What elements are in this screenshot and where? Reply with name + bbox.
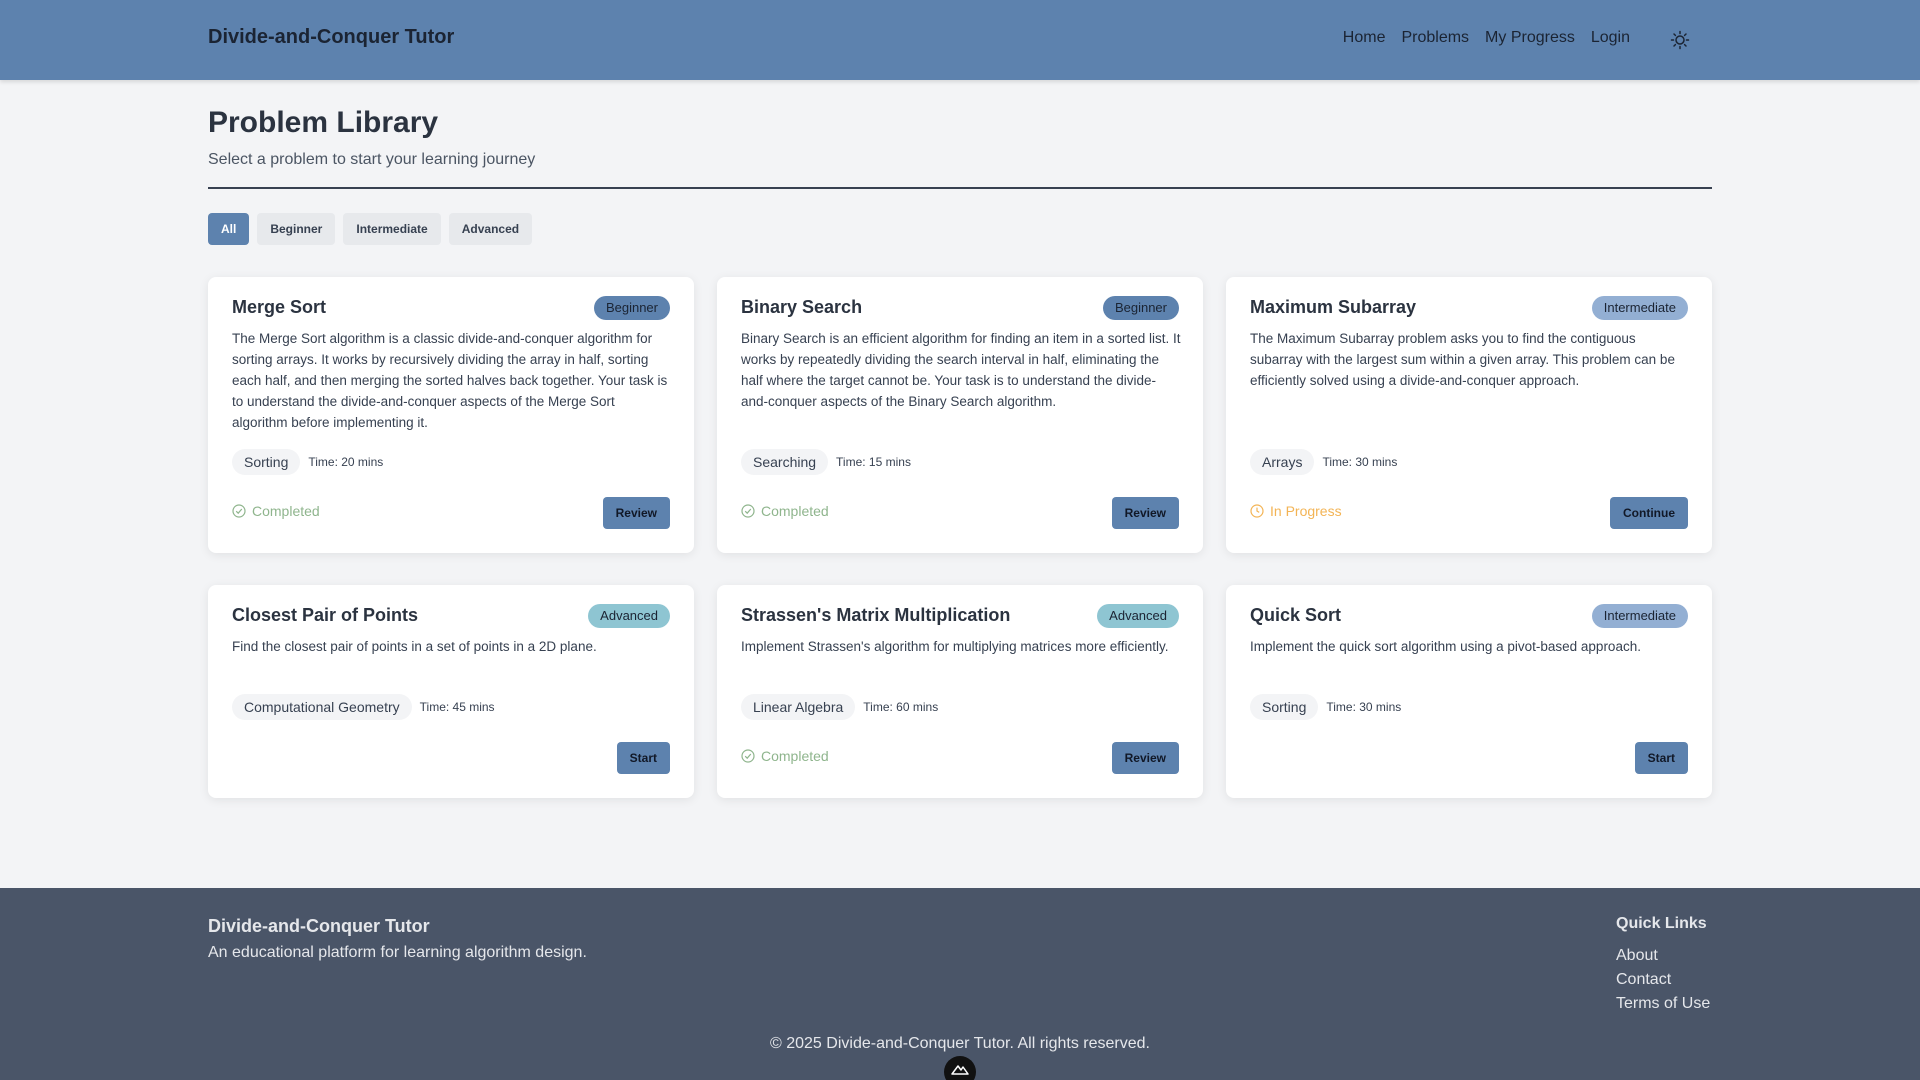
topic-tag: Sorting xyxy=(232,449,301,475)
problem-title: Strassen's Matrix Multiplication xyxy=(741,605,1011,625)
status-indicator: Completed xyxy=(232,503,320,519)
nav-login[interactable]: Login xyxy=(1591,29,1630,47)
clock-icon xyxy=(1250,504,1264,518)
status-indicator: In Progress xyxy=(1250,503,1342,519)
topic-tag: Linear Algebra xyxy=(741,694,856,720)
theme-toggle-button[interactable] xyxy=(1670,30,1690,50)
footer-tagline: An educational platform for learning alg… xyxy=(208,944,587,961)
problem-meta: Linear Algebra Time: 60 mins xyxy=(741,694,938,720)
time-estimate: Time: 20 mins xyxy=(308,455,384,469)
quick-links-list: About Contact Terms of Use xyxy=(1616,946,1710,1014)
problem-description: Binary Search is an efficient algorithm … xyxy=(741,331,1181,409)
footer-link-terms[interactable]: Terms of Use xyxy=(1616,994,1710,1014)
problem-description: Implement Strassen's algorithm for multi… xyxy=(741,639,1169,654)
site-footer: Divide-and-Conquer Tutor An educational … xyxy=(0,888,1920,1080)
filter-intermediate-button[interactable]: Intermediate xyxy=(343,213,441,245)
mountain-logo-icon xyxy=(951,1065,969,1075)
nav-my-progress[interactable]: My Progress xyxy=(1485,29,1575,47)
top-navbar: Divide-and-Conquer Tutor Home Problems M… xyxy=(0,0,1920,80)
problem-description: Find the closest pair of points in a set… xyxy=(232,639,597,654)
time-estimate: Time: 45 mins xyxy=(419,700,495,714)
check-circle-icon xyxy=(741,504,755,518)
check-circle-icon xyxy=(232,504,246,518)
difficulty-badge: Intermediate xyxy=(1591,604,1688,628)
difficulty-badge: Beginner xyxy=(593,296,670,320)
status-label: In Progress xyxy=(1270,503,1342,519)
dev-tools-badge[interactable] xyxy=(944,1056,976,1080)
status-label: Completed xyxy=(761,503,829,519)
problem-card: Binary Search Beginner Binary Search is … xyxy=(717,277,1203,553)
review-button[interactable]: Review xyxy=(1111,497,1179,529)
filter-all-button[interactable]: All xyxy=(208,213,250,245)
topic-tag: Sorting xyxy=(1250,694,1319,720)
status-indicator: Completed xyxy=(741,748,829,764)
difficulty-badge: Advanced xyxy=(588,604,670,628)
problem-card: Merge Sort Beginner The Merge Sort algor… xyxy=(208,277,694,553)
problem-description: Implement the quick sort algorithm using… xyxy=(1250,639,1641,654)
sun-icon xyxy=(1670,30,1690,50)
continue-button[interactable]: Continue xyxy=(1610,497,1688,529)
nav-home[interactable]: Home xyxy=(1343,29,1386,47)
status-label: Completed xyxy=(761,748,829,764)
start-button[interactable]: Start xyxy=(1634,742,1688,774)
difficulty-badge: Intermediate xyxy=(1591,296,1688,320)
problem-title: Binary Search xyxy=(741,297,863,317)
difficulty-badge: Advanced xyxy=(1097,604,1179,628)
page-subtitle: Select a problem to start your learning … xyxy=(208,151,536,168)
difficulty-badge: Beginner xyxy=(1102,296,1179,320)
main-nav: Home Problems My Progress Login xyxy=(1343,29,1630,47)
problem-description: The Maximum Subarray problem asks you to… xyxy=(1250,331,1675,388)
section-divider xyxy=(208,187,1712,189)
check-circle-icon xyxy=(741,749,755,763)
problem-title: Closest Pair of Points xyxy=(232,605,419,625)
problem-meta: Computational Geometry Time: 45 mins xyxy=(232,694,495,720)
problem-card: Closest Pair of Points Advanced Find the… xyxy=(208,585,694,798)
review-button[interactable]: Review xyxy=(1111,742,1179,774)
filter-advanced-button[interactable]: Advanced xyxy=(448,213,533,245)
time-estimate: Time: 30 mins xyxy=(1326,700,1402,714)
nav-problems[interactable]: Problems xyxy=(1401,29,1469,47)
start-button[interactable]: Start xyxy=(616,742,670,774)
site-brand[interactable]: Divide-and-Conquer Tutor xyxy=(208,26,454,49)
copyright-text: © 2025 Divide-and-Conquer Tutor. All rig… xyxy=(770,1035,1150,1052)
problem-description: The Merge Sort algorithm is a classic di… xyxy=(232,331,668,430)
topic-tag: Arrays xyxy=(1250,449,1315,475)
problem-meta: Arrays Time: 30 mins xyxy=(1250,449,1397,475)
difficulty-filter-bar: All Beginner Intermediate Advanced xyxy=(208,213,533,245)
time-estimate: Time: 60 mins xyxy=(863,700,939,714)
problem-meta: Sorting Time: 20 mins xyxy=(232,449,383,475)
footer-link-contact[interactable]: Contact xyxy=(1616,970,1710,990)
quick-links-heading: Quick Links xyxy=(1616,915,1707,932)
time-estimate: Time: 30 mins xyxy=(1322,455,1398,469)
status-indicator: Completed xyxy=(741,503,829,519)
problem-card: Strassen's Matrix Multiplication Advance… xyxy=(717,585,1203,798)
problem-meta: Sorting Time: 30 mins xyxy=(1250,694,1401,720)
status-label: Completed xyxy=(252,503,320,519)
topic-tag: Computational Geometry xyxy=(232,694,412,720)
page-title: Problem Library xyxy=(208,106,439,139)
topic-tag: Searching xyxy=(741,449,829,475)
problem-title: Quick Sort xyxy=(1250,605,1342,625)
review-button[interactable]: Review xyxy=(602,497,670,529)
problem-meta: Searching Time: 15 mins xyxy=(741,449,911,475)
footer-brand: Divide-and-Conquer Tutor xyxy=(208,916,430,936)
problem-card: Quick Sort Intermediate Implement the qu… xyxy=(1226,585,1712,798)
problem-card: Maximum Subarray Intermediate The Maximu… xyxy=(1226,277,1712,553)
problem-title: Merge Sort xyxy=(232,297,327,317)
time-estimate: Time: 15 mins xyxy=(836,455,911,469)
problem-title: Maximum Subarray xyxy=(1250,297,1417,317)
footer-link-about[interactable]: About xyxy=(1616,946,1710,966)
filter-beginner-button[interactable]: Beginner xyxy=(257,213,336,245)
